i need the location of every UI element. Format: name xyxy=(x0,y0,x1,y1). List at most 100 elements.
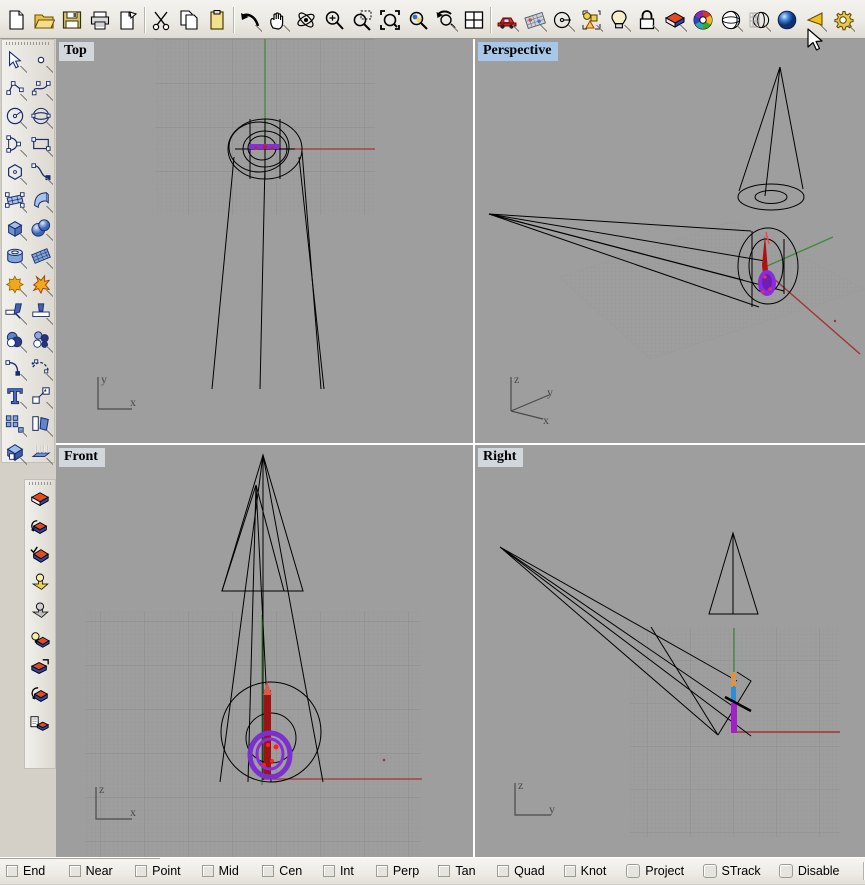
free-form-curve-button[interactable] xyxy=(28,159,54,187)
cap-planar-holes-button[interactable] xyxy=(2,439,28,467)
osnap-disable[interactable]: Disable xyxy=(773,858,853,885)
arc-button[interactable] xyxy=(2,131,28,159)
osnap-point[interactable]: Point xyxy=(129,858,196,885)
color-wheel-button[interactable] xyxy=(689,6,717,34)
viewport-right-label[interactable]: Right xyxy=(478,448,524,467)
zoom-extents-button[interactable] xyxy=(376,6,404,34)
paste-button[interactable] xyxy=(203,6,231,34)
lighting-tools-button[interactable] xyxy=(28,439,54,467)
array-tools-button[interactable] xyxy=(2,411,28,439)
osnap-perp[interactable]: Perp xyxy=(370,858,433,885)
viewport-front[interactable]: Front z x xyxy=(56,445,473,857)
rotate-view-button[interactable] xyxy=(292,6,320,34)
undo-view-change-button[interactable] xyxy=(432,6,460,34)
layer-toolbar-grip[interactable] xyxy=(25,480,55,487)
undo-button[interactable] xyxy=(236,6,264,34)
osnap-strack-checkbox[interactable] xyxy=(702,864,717,878)
mesh-object-button[interactable] xyxy=(28,243,54,271)
pan-button[interactable] xyxy=(264,6,292,34)
osnap-cen-checkbox[interactable] xyxy=(262,865,275,877)
spotlight-tool-button[interactable] xyxy=(801,6,829,34)
layer-lightbulb-button[interactable] xyxy=(25,627,55,655)
osnap-project[interactable]: Project xyxy=(620,858,696,885)
offset-tools-button[interactable] xyxy=(28,411,54,439)
viewport-front-label[interactable]: Front xyxy=(59,448,105,467)
osnap-quad[interactable]: Quad xyxy=(491,858,558,885)
trim-button[interactable] xyxy=(2,299,28,327)
ghosted-view-button[interactable] xyxy=(745,6,773,34)
split-button[interactable] xyxy=(28,299,54,327)
viewport-top-label[interactable]: Top xyxy=(59,42,94,61)
render-preview-button[interactable] xyxy=(493,6,521,34)
selection-arrow-button[interactable] xyxy=(2,47,28,75)
viewport-right[interactable]: Right z y xyxy=(475,445,865,857)
osnap-tan[interactable]: Tan xyxy=(432,858,491,885)
polygon-button[interactable] xyxy=(2,159,28,187)
osnap-knot-checkbox[interactable] xyxy=(563,865,576,877)
options-button[interactable] xyxy=(829,6,857,34)
shaded-view-button[interactable] xyxy=(717,6,745,34)
layer-restore-button[interactable] xyxy=(25,683,55,711)
layer-change-object-button[interactable] xyxy=(25,655,55,683)
point-object-button[interactable] xyxy=(28,47,54,75)
solid-box-button[interactable] xyxy=(2,215,28,243)
curve-interpolated-button[interactable] xyxy=(28,75,54,103)
zoom-selected-button[interactable] xyxy=(404,6,432,34)
osnap-tan-checkbox[interactable] xyxy=(438,865,451,877)
save-file-button[interactable] xyxy=(58,6,86,34)
solid-sphere-button[interactable] xyxy=(28,215,54,243)
toolbar-grip[interactable] xyxy=(2,40,54,47)
rectangle-button[interactable] xyxy=(28,131,54,159)
ellipse-button[interactable] xyxy=(28,103,54,131)
text-object-button[interactable] xyxy=(2,383,28,411)
lights-button[interactable] xyxy=(605,6,633,34)
circle-button[interactable] xyxy=(2,103,28,131)
osnap-near[interactable]: Near xyxy=(63,858,130,885)
surface-extrude-button[interactable] xyxy=(28,187,54,215)
surface-from-points-button[interactable] xyxy=(2,187,28,215)
layer-off-button[interactable] xyxy=(25,599,55,627)
layer-previous-button[interactable] xyxy=(25,515,55,543)
explode-button[interactable] xyxy=(28,271,54,299)
export-button[interactable] xyxy=(114,6,142,34)
mesh-preview-button[interactable] xyxy=(521,6,549,34)
layers-button[interactable] xyxy=(661,6,689,34)
four-viewport-button[interactable] xyxy=(460,6,488,34)
copy-button[interactable] xyxy=(175,6,203,34)
solid-cylinder-button[interactable] xyxy=(2,243,28,271)
lock-object-button[interactable] xyxy=(633,6,661,34)
layer-on-button[interactable] xyxy=(25,571,55,599)
osnap-cen[interactable]: Cen xyxy=(256,858,317,885)
osnap-mid[interactable]: Mid xyxy=(196,858,257,885)
osnap-mid-checkbox[interactable] xyxy=(201,865,214,877)
new-file-button[interactable] xyxy=(2,6,30,34)
osnap-perp-checkbox[interactable] xyxy=(375,865,388,877)
rendered-view-button[interactable] xyxy=(773,6,801,34)
print-button[interactable] xyxy=(86,6,114,34)
curve-booleans-button[interactable] xyxy=(28,327,54,355)
dimension-button[interactable] xyxy=(857,6,865,34)
polyline-button[interactable] xyxy=(2,75,28,103)
solid-tools-button[interactable] xyxy=(2,327,28,355)
fillet-curve-button[interactable] xyxy=(2,355,28,383)
boolean-union-button[interactable] xyxy=(2,271,28,299)
zoom-window-button[interactable] xyxy=(348,6,376,34)
layer-current-button[interactable] xyxy=(25,543,55,571)
cut-button[interactable] xyxy=(147,6,175,34)
layer-properties-button[interactable] xyxy=(25,487,55,515)
transform-tools-button[interactable] xyxy=(28,383,54,411)
zoom-in-out-button[interactable] xyxy=(320,6,348,34)
layer-from-object-button[interactable] xyxy=(25,711,55,739)
viewport-perspective-label[interactable]: Perspective xyxy=(478,42,559,61)
osnap-quad-checkbox[interactable] xyxy=(497,865,510,877)
viewport-perspective[interactable]: Perspective z y x xyxy=(475,39,865,443)
osnap-strack[interactable]: STrack xyxy=(697,858,773,885)
viewport-top[interactable]: Top y x xyxy=(56,39,473,443)
osnap-int-checkbox[interactable] xyxy=(322,865,335,877)
open-file-button[interactable] xyxy=(30,6,58,34)
osnap-end[interactable]: End xyxy=(0,858,63,885)
osnap-end-checkbox[interactable] xyxy=(6,865,18,877)
osnap-point-checkbox[interactable] xyxy=(135,865,148,877)
osnap-project-checkbox[interactable] xyxy=(626,864,641,878)
osnap-int[interactable]: Int xyxy=(317,858,370,885)
